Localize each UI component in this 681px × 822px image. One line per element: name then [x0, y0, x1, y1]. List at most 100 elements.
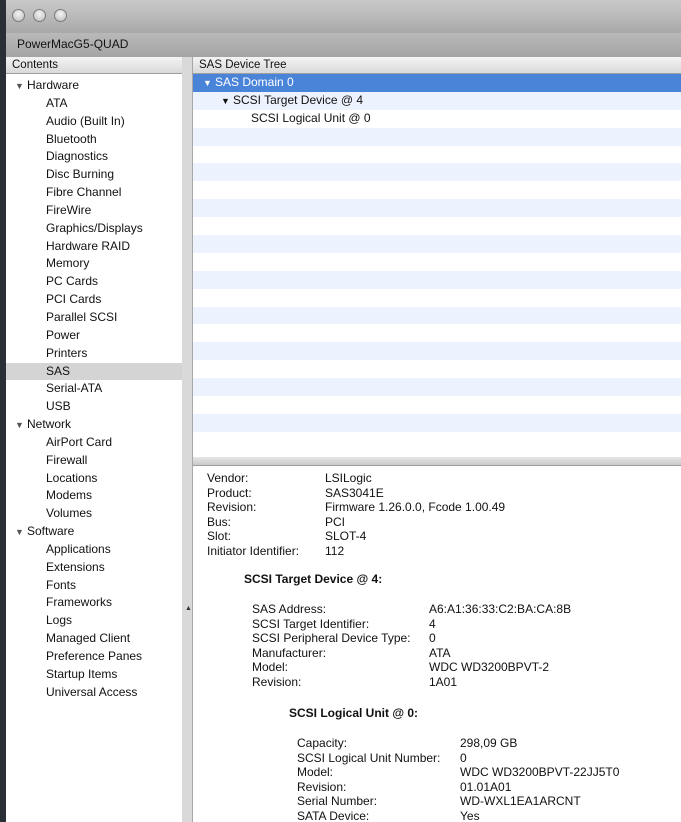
- empty-tree-row: [193, 324, 681, 343]
- empty-tree-row: [193, 181, 681, 200]
- disclosure-triangle-icon[interactable]: ▼: [221, 93, 233, 111]
- detail-group: Capacity: 298,09 GB SCSI Logical Unit Numb…: [297, 736, 681, 822]
- sidebar-label: SAS: [46, 363, 71, 378]
- sidebar-item[interactable]: Hardware RAID: [6, 238, 182, 256]
- sidebar-item[interactable]: Applications: [6, 541, 182, 559]
- detail-value: Firmware 1.26.0.0, Fcode 1.00.49: [325, 500, 506, 514]
- disclosure-triangle-icon[interactable]: ▼: [15, 78, 27, 96]
- sidebar-item[interactable]: Volumes: [6, 505, 182, 523]
- detail-key: Model:: [252, 660, 289, 674]
- sidebar-category[interactable]: ▼ Hardware: [6, 77, 182, 95]
- detail-value: WDC WD3200BPVT-2: [429, 660, 550, 674]
- toolbar: PowerMacG5-QUAD: [6, 33, 681, 58]
- detail-row: SAS Address: A6:A1:36:33:C2:BA:CA:8B: [252, 602, 681, 617]
- sidebar-category[interactable]: ▼ Software: [6, 523, 182, 541]
- sidebar-label: USB: [46, 399, 71, 414]
- sidebar-item[interactable]: Frameworks: [6, 594, 182, 612]
- detail-key: Product:: [207, 485, 252, 500]
- device-tree-row[interactable]: SCSI Logical Unit @ 0: [193, 109, 681, 128]
- sidebar-label: Frameworks: [46, 595, 113, 610]
- horizontal-splitter[interactable]: [193, 457, 681, 466]
- detail-row: Vendor: LSILogic: [207, 471, 677, 486]
- sidebar-item[interactable]: Universal Access: [6, 684, 182, 702]
- sidebar-item[interactable]: Diagnostics: [6, 148, 182, 166]
- empty-tree-row: [193, 199, 681, 218]
- sidebar-item[interactable]: Audio (Built In): [6, 113, 182, 131]
- sidebar-item[interactable]: Memory: [6, 255, 182, 273]
- empty-tree-row: [193, 270, 681, 289]
- sidebar-label: Diagnostics: [46, 149, 109, 164]
- sidebar-item[interactable]: Serial-ATA: [6, 380, 182, 398]
- sidebar-item[interactable]: SAS: [6, 362, 182, 381]
- detail-row: Model: WDC WD3200BPVT-22JJ5T0: [297, 765, 681, 780]
- sidebar-item[interactable]: Fonts: [6, 577, 182, 595]
- sidebar-label: Memory: [46, 256, 90, 271]
- sidebar-item[interactable]: Disc Burning: [6, 166, 182, 184]
- detail-value: 4: [429, 616, 436, 631]
- disclosure-triangle-icon[interactable]: ▼: [15, 524, 27, 542]
- sidebar-item[interactable]: Bluetooth: [6, 131, 182, 149]
- sidebar-item[interactable]: FireWire: [6, 202, 182, 220]
- detail-value: 0: [429, 631, 436, 645]
- detail-value: 112: [325, 543, 345, 558]
- sidebar-item[interactable]: Firewall: [6, 452, 182, 470]
- sidebar-item[interactable]: Parallel SCSI: [6, 309, 182, 327]
- detail-key: Revision:: [252, 674, 302, 689]
- sidebar-item[interactable]: Extensions: [6, 559, 182, 577]
- sidebar-label: Volumes: [46, 506, 93, 521]
- system-profiler-window: PowerMacG5-QUAD Contents ▼ Hardware ATA Aud…: [0, 0, 681, 822]
- detail-row: Slot: SLOT-4: [207, 529, 677, 544]
- sidebar-item[interactable]: Graphics/Displays: [6, 220, 182, 238]
- device-tree-row[interactable]: ▼ SAS Domain 0: [193, 74, 681, 92]
- splitter-grip-icon[interactable]: ▲: [185, 605, 192, 612]
- device-tree-row[interactable]: ▼ SCSI Target Device @ 4: [193, 91, 681, 111]
- empty-tree-row: [193, 396, 681, 414]
- sidebar-item[interactable]: Startup Items: [6, 666, 182, 684]
- sas-device-tree: SAS Device Tree ▼ SAS Domain 0 ▼ SCSI Targe…: [193, 57, 681, 458]
- sidebar-item[interactable]: Power: [6, 327, 182, 345]
- detail-value: PCI: [325, 514, 346, 529]
- vertical-splitter[interactable]: ▲: [182, 57, 193, 822]
- detail-value: SLOT-4: [325, 529, 367, 543]
- detail-row: Revision: 01.01A01: [297, 780, 681, 795]
- minimize-button[interactable]: [33, 9, 46, 22]
- sidebar-label: Graphics/Displays: [46, 220, 143, 235]
- empty-tree-row: [193, 235, 681, 253]
- sidebar-label: Universal Access: [46, 684, 138, 699]
- detail-row: Initiator Identifier: 112: [207, 544, 677, 559]
- sidebar-item[interactable]: PC Cards: [6, 273, 182, 291]
- detail-row: Bus: PCI: [207, 515, 677, 530]
- disclosure-triangle-icon[interactable]: ▼: [15, 417, 27, 435]
- detail-value: LSILogic: [325, 471, 372, 485]
- sidebar-item[interactable]: ATA: [6, 95, 182, 113]
- sidebar-label: Fibre Channel: [46, 185, 122, 200]
- detail-key: Serial Number:: [297, 794, 378, 808]
- sidebar-item[interactable]: Locations: [6, 470, 182, 488]
- sidebar-item[interactable]: AirPort Card: [6, 434, 182, 452]
- sidebar-item[interactable]: Managed Client: [6, 630, 182, 648]
- detail-key: Revision:: [297, 779, 347, 794]
- sidebar-label: Power: [46, 327, 81, 342]
- sidebar-item[interactable]: Preference Panes: [6, 648, 182, 666]
- detail-key: SCSI Target Identifier:: [252, 616, 370, 631]
- disclosure-triangle-icon[interactable]: ▼: [203, 75, 215, 93]
- close-button[interactable]: [12, 9, 25, 22]
- detail-row: Capacity: 298,09 GB: [297, 736, 681, 751]
- sidebar-category[interactable]: ▼ Network: [6, 416, 182, 434]
- detail-key: Model:: [297, 765, 334, 779]
- sidebar-item[interactable]: USB: [6, 398, 182, 416]
- detail-group: Vendor: LSILogic Product: SAS3041E Revision:…: [207, 471, 677, 558]
- sidebar-item[interactable]: Fibre Channel: [6, 184, 182, 202]
- sidebar-label: Locations: [46, 470, 98, 485]
- detail-row: Product: SAS3041E: [207, 486, 677, 501]
- sidebar-label: PCI Cards: [46, 292, 102, 307]
- sidebar-item[interactable]: PCI Cards: [6, 291, 182, 309]
- sidebar-label: Printers: [46, 345, 88, 360]
- sidebar-item[interactable]: Printers: [6, 345, 182, 363]
- zoom-button[interactable]: [54, 9, 67, 22]
- title-bar[interactable]: [6, 0, 681, 34]
- sidebar-item[interactable]: Logs: [6, 612, 182, 630]
- sidebar-label: Network: [27, 417, 72, 432]
- sidebar-item[interactable]: Modems: [6, 487, 182, 505]
- empty-tree-row: [193, 217, 681, 236]
